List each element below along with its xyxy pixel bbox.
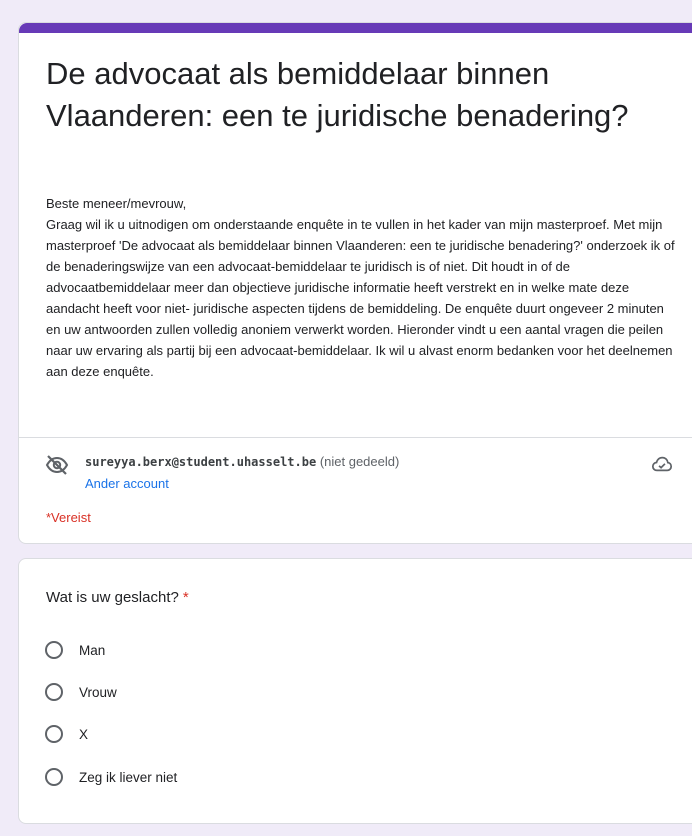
- radio-button[interactable]: [45, 641, 63, 659]
- required-note: *Vereist: [46, 510, 91, 525]
- radio-option-x[interactable]: X: [45, 721, 88, 747]
- form-title: De advocaat als bemiddelaar binnen Vlaan…: [46, 56, 629, 133]
- radio-option-label: Zeg ik liever niet: [79, 769, 178, 785]
- form-accent-bar: [19, 23, 692, 33]
- radio-button[interactable]: [45, 683, 63, 701]
- question-card: Wat is uw geslacht? * Man Vrouw X Zeg ik …: [18, 558, 692, 824]
- account-row: sureyya.berx@student.uhasselt.be (niet g…: [45, 451, 675, 501]
- required-asterisk: *: [182, 589, 189, 606]
- question-title: Wat is uw geslacht? *: [46, 589, 189, 606]
- question-title-text: Wat is uw geslacht?: [46, 589, 179, 606]
- form-header-card: De advocaat als bemiddelaar binnen Vlaan…: [18, 22, 692, 544]
- switch-account-link[interactable]: Ander account: [85, 476, 169, 491]
- radio-option-label: Man: [79, 642, 106, 658]
- radio-option-label: Vrouw: [79, 684, 117, 700]
- account-shared-status: (niet gedeeld): [319, 454, 400, 469]
- radio-option-vrouw[interactable]: Vrouw: [45, 679, 117, 705]
- header-divider: [19, 437, 692, 438]
- eye-off-icon: [45, 453, 69, 477]
- radio-option-label: X: [79, 726, 89, 742]
- form-description: Beste meneer/mevrouw, Graag wil ik u uit…: [46, 196, 675, 379]
- account-email: sureyya.berx@student.uhasselt.be: [85, 455, 317, 469]
- cloud-check-icon[interactable]: [651, 453, 673, 475]
- radio-button[interactable]: [45, 725, 63, 743]
- radio-option-prefer-not[interactable]: Zeg ik liever niet: [45, 764, 177, 790]
- account-email-line: sureyya.berx@student.uhasselt.be (niet g…: [85, 454, 399, 469]
- radio-option-man[interactable]: Man: [45, 637, 105, 663]
- radio-button[interactable]: [45, 768, 63, 786]
